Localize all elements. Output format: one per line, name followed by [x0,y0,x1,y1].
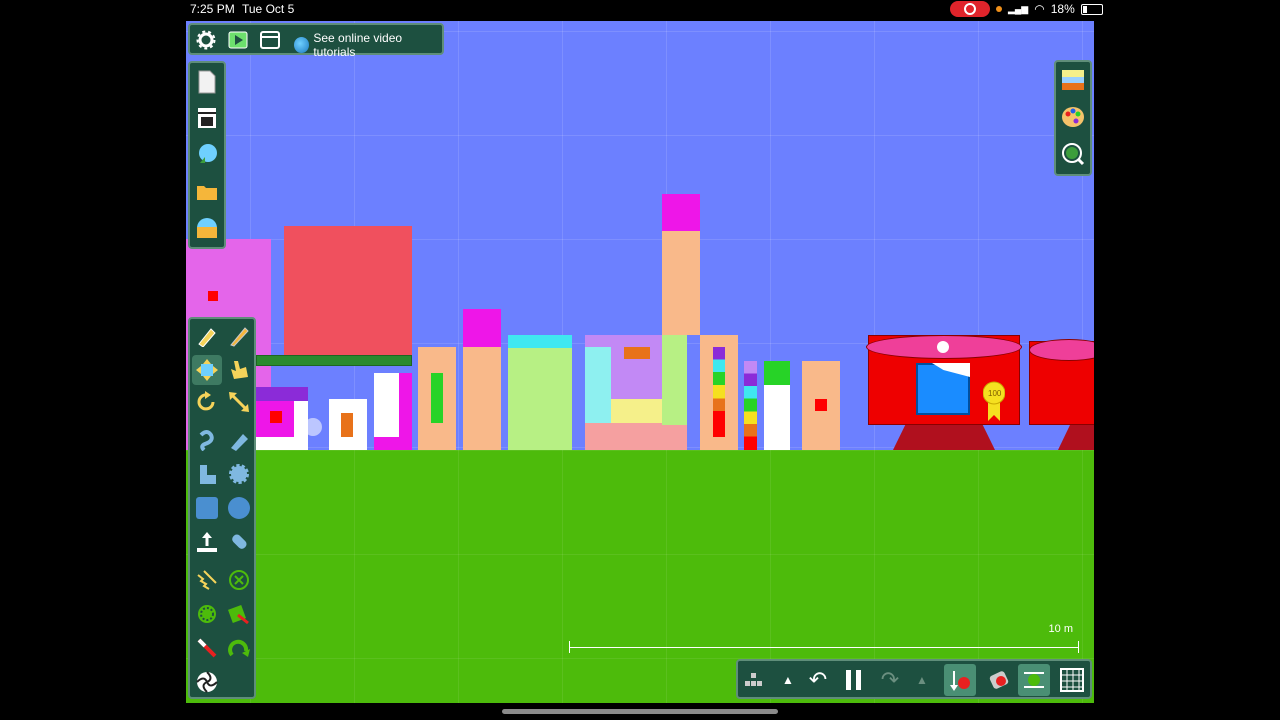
orange-tile [341,413,353,437]
lime-column[interactable] [662,335,687,425]
chain-icon[interactable] [224,527,254,557]
status-right: ▂▄▆ ◠ 18% [950,1,1103,17]
orange-tiles [624,347,650,359]
blocks-icon[interactable] [738,664,770,696]
save-icon[interactable] [192,213,222,243]
pause-icon[interactable] [838,664,870,696]
background-icon[interactable] [1058,65,1088,95]
status-time: 7:25 PM [190,2,235,16]
knife-icon[interactable] [224,321,254,351]
status-bar: 7:25 PM Tue Oct 5 ▂▄▆ ◠ 18% [0,0,1280,20]
red-tile [815,399,827,411]
move-icon[interactable] [192,355,222,385]
sketch-icon[interactable] [192,321,222,351]
magenta-top[interactable] [463,309,501,347]
tutorials-label: See online video tutorials [313,31,403,59]
magenta-spire-top[interactable] [662,194,700,231]
polygon-icon[interactable] [192,459,222,489]
peach-spire[interactable] [662,231,700,335]
thruster-icon[interactable] [224,425,254,455]
tracer-icon[interactable] [224,599,254,629]
grid-icon[interactable] [1056,664,1088,696]
purple-cap[interactable] [256,387,308,401]
red-tile [208,291,218,301]
spring-icon[interactable] [192,565,222,595]
undo-icon[interactable]: ↶ [802,664,834,696]
green-strip [431,373,443,423]
right-menu [1054,60,1092,176]
red-block[interactable] [284,226,412,357]
home-indicator[interactable] [502,709,778,714]
gravity-icon[interactable] [944,664,976,696]
status-date: Tue Oct 5 [242,2,295,16]
touch-indicator [304,418,322,436]
gear-shape-icon[interactable] [224,459,254,489]
simulation-canvas[interactable]: 100 10 m See online video tutorials [186,21,1094,703]
pink-base[interactable] [585,423,687,450]
tutorials-link[interactable]: See online video tutorials [294,31,442,59]
fixate-icon[interactable] [224,565,254,595]
apple-icon[interactable] [984,664,1016,696]
bottom-toolbar: ▲ ↶ ↷ ▲ [736,659,1092,699]
magenta-side[interactable] [399,373,412,437]
zoom-to-fit-icon[interactable] [1058,139,1088,169]
circle-icon[interactable] [224,493,254,523]
machine-light-icon [937,341,949,353]
green-plank[interactable] [256,355,412,366]
battery-icon [1080,3,1103,15]
scale-icon[interactable] [224,387,254,417]
rotate-icon[interactable] [192,387,222,417]
plane-icon[interactable] [192,527,222,557]
laser-icon[interactable] [192,633,222,663]
scale-bar: 10 m [569,623,1079,653]
scale-label: 10 m [1048,623,1073,635]
svg-text:100: 100 [988,389,1002,398]
rainbow-strip [713,347,725,437]
drag-hand-icon[interactable] [224,355,254,385]
wifi-icon: ◠ [1034,2,1045,16]
new-file-icon[interactable] [192,67,222,97]
palette-icon[interactable] [1058,102,1088,132]
play-scene-icon[interactable] [223,25,253,55]
screen-recording-icon[interactable] [950,1,990,17]
window-icon[interactable] [255,25,285,55]
cyan-cap[interactable] [508,335,572,348]
rainbow-column[interactable] [744,361,757,450]
globe-icon [294,37,310,53]
file-menu [188,61,226,249]
download-scene-icon[interactable] [192,139,222,169]
texture-icon[interactable] [192,667,222,697]
battery-percent: 18% [1050,2,1075,16]
axle-icon[interactable] [192,599,222,629]
red-tile [270,411,282,423]
cellular-icon: ▂▄▆ [1008,3,1029,14]
redo-icon[interactable]: ↷ [874,664,906,696]
mic-indicator-icon [996,6,1002,12]
box-icon[interactable] [192,493,222,523]
lime-block[interactable] [508,335,572,450]
top-toolbar: See online video tutorials [188,23,444,59]
magenta-base[interactable] [374,437,412,450]
rope-icon[interactable] [192,425,222,455]
collapse-arrow-icon[interactable]: ▲ [772,664,804,696]
machine-stand[interactable] [893,425,995,450]
camera-follow-icon[interactable] [1018,664,1050,696]
tool-palette [188,317,256,699]
open-folder-icon[interactable] [192,177,222,207]
award-ribbon-icon: 100 [982,381,1006,423]
scene-icon[interactable] [192,103,222,133]
green-top[interactable] [764,361,790,385]
hinge-icon[interactable] [224,633,254,663]
expand-arrow-icon[interactable]: ▲ [906,664,938,696]
settings-icon[interactable] [191,25,221,55]
